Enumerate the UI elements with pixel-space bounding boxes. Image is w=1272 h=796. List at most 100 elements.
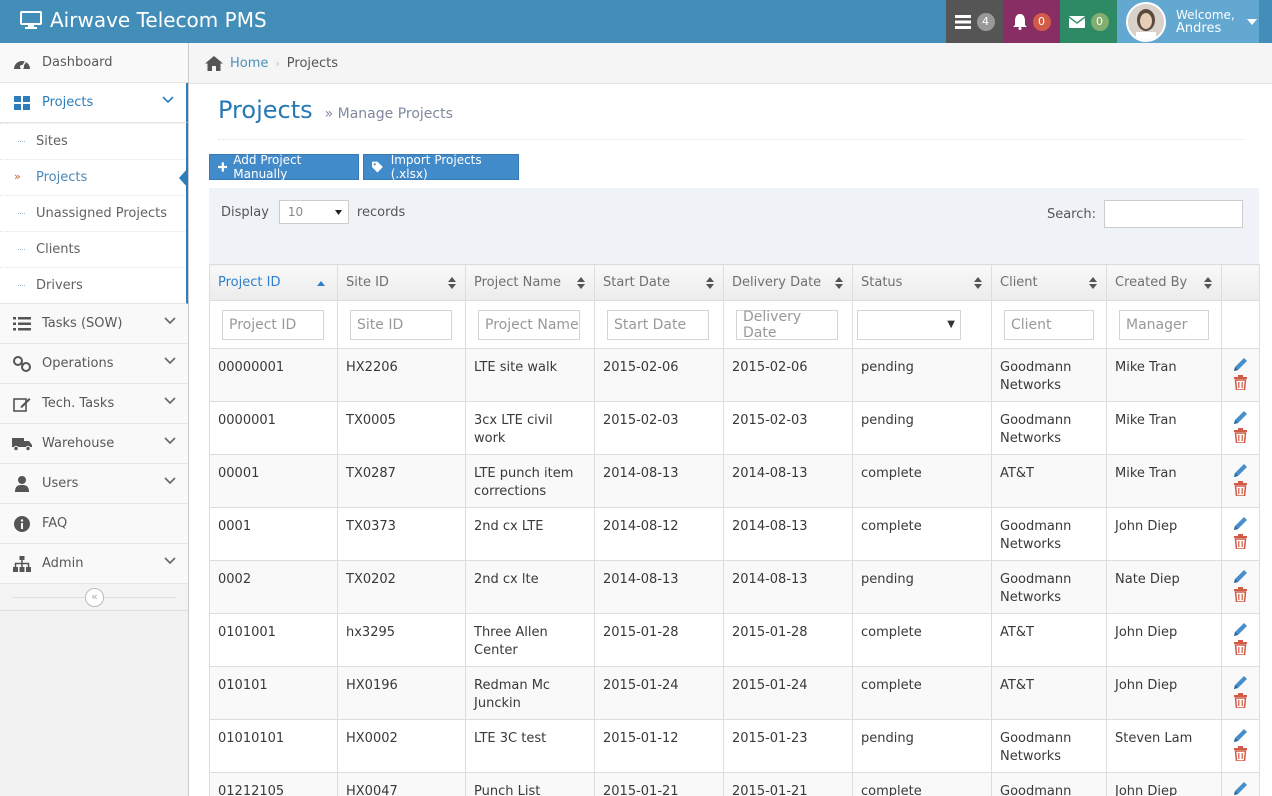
records-per-page-select[interactable]: 10	[278, 200, 349, 224]
site-id-cell: TX0373	[337, 507, 466, 561]
project-id-cell: 01010101	[209, 719, 338, 773]
sidebar-subitem-clients[interactable]: Clients	[0, 231, 186, 267]
client-filter[interactable]: Client	[1004, 309, 1094, 340]
table-row[interactable]: 00000001 HX2206 LTE site walk 2015-02-06 201…	[209, 348, 1260, 402]
start-date-filter[interactable]: Start Date	[607, 309, 709, 340]
table-row[interactable]: 0101001 hx3295 Three Allen Center 2015-01-2…	[209, 613, 1260, 667]
table-row[interactable]: 00001 TX0287 LTE punch item corrections 201…	[209, 454, 1260, 508]
add-project-button[interactable]: Add Project Manually	[209, 153, 359, 181]
site-id-cell: hx3295	[337, 613, 466, 667]
trash-icon[interactable]	[1234, 375, 1247, 390]
status-filter-select[interactable]: ▼	[857, 309, 961, 340]
sidebar-item-projects[interactable]: Projects	[0, 83, 188, 123]
project-name-cell: 2nd cx lte	[465, 560, 595, 614]
sidebar-subitem-label: Sites	[36, 134, 68, 149]
notifications-dropdown[interactable]: 0	[1003, 0, 1060, 43]
client-cell: Goodmann Networks	[991, 560, 1107, 614]
project-name-filter[interactable]: Project Name	[478, 309, 580, 340]
breadcrumb-home-link[interactable]: Home	[230, 56, 268, 71]
pencil-icon[interactable]	[1233, 675, 1248, 690]
table-row[interactable]: 0000001 TX0005 3cx LTE civil work 2015-02-0…	[209, 401, 1260, 455]
site-id-cell: TX0005	[337, 401, 466, 455]
user-menu[interactable]: Welcome, Andres	[1117, 0, 1259, 43]
column-header-site-id[interactable]: Site ID	[337, 264, 466, 301]
column-header-created-by[interactable]: Created By	[1106, 264, 1222, 301]
table-row[interactable]: 0001 TX0373 2nd cx LTE 2014-08-12 2014-08-13…	[209, 507, 1260, 561]
project-id-cell: 0101001	[209, 613, 338, 667]
avatar	[1126, 1, 1166, 42]
site-id-filter[interactable]: Site ID	[350, 309, 452, 340]
sidebar-item-tasks[interactable]: Tasks (SOW)	[0, 304, 188, 344]
sidebar-item-tech-tasks[interactable]: Tech. Tasks	[0, 384, 188, 424]
desktop-icon	[20, 11, 42, 29]
sidebar-item-admin[interactable]: Admin	[0, 544, 188, 584]
double-angle-left-icon[interactable]: «	[85, 588, 104, 607]
sidebar-subitem-unassigned-projects[interactable]: Unassigned Projects	[0, 195, 186, 231]
table-row[interactable]: 0002 TX0202 2nd cx lte 2014-08-13 2014-08-13…	[209, 560, 1260, 614]
user-icon	[12, 475, 32, 493]
trash-icon[interactable]	[1234, 640, 1247, 655]
status-cell: complete	[852, 613, 992, 667]
brand[interactable]: Airwave Telecom PMS	[20, 8, 267, 32]
project-name-cell: Redman Mc Junckin	[465, 666, 595, 720]
sidebar-subitem-projects[interactable]: » Projects	[0, 159, 188, 195]
sidebar-subitem-label: Unassigned Projects	[36, 206, 168, 221]
pencil-icon[interactable]	[1233, 357, 1248, 372]
trash-icon[interactable]	[1234, 746, 1247, 761]
trash-icon[interactable]	[1234, 481, 1247, 496]
sidebar-item-operations[interactable]: Operations	[0, 344, 188, 384]
row-actions	[1221, 666, 1260, 720]
project-id-cell: 0001	[209, 507, 338, 561]
sort-icon	[835, 277, 843, 289]
sidebar-item-dashboard[interactable]: Dashboard	[0, 43, 188, 83]
table-row[interactable]: 01212105 HX0047 Punch List 2015-01-21 2015-0…	[209, 772, 1260, 796]
pencil-icon[interactable]	[1233, 463, 1248, 478]
sidebar-item-faq[interactable]: FAQ	[0, 504, 188, 544]
sidebar-item-label: FAQ	[42, 516, 68, 531]
tasks-dropdown[interactable]: 4	[946, 0, 1003, 43]
status-cell: pending	[852, 348, 992, 402]
delivery-date-filter[interactable]: Delivery Date	[736, 309, 838, 341]
notifications-count-badge: 0	[1032, 12, 1051, 31]
table-row[interactable]: 01010101 HX0002 LTE 3C test 2015-01-12 2015-…	[209, 719, 1260, 773]
project-id-filter[interactable]: Project ID	[222, 309, 324, 340]
search-input[interactable]	[1104, 200, 1243, 228]
column-header-status[interactable]: Status	[852, 264, 992, 301]
sidebar-item-label: Warehouse	[42, 436, 115, 451]
trash-icon[interactable]	[1234, 693, 1247, 708]
column-header-project-id[interactable]: Project ID	[209, 264, 338, 301]
client-cell: Goodmann Networks	[991, 719, 1107, 773]
pencil-icon[interactable]	[1233, 410, 1248, 425]
pencil-icon[interactable]	[1233, 569, 1248, 584]
table-row[interactable]: 010101 HX0196 Redman Mc Junckin 2015-01-24 2…	[209, 666, 1260, 720]
sidebar-subitem-sites[interactable]: Sites	[0, 123, 186, 159]
column-header-project-name[interactable]: Project Name	[465, 264, 595, 301]
manager-filter[interactable]: Manager	[1119, 309, 1209, 340]
import-projects-button[interactable]: Import Projects (.xlsx)	[363, 153, 519, 181]
trash-icon[interactable]	[1234, 587, 1247, 602]
pencil-icon[interactable]	[1233, 781, 1248, 796]
username: Andres	[1176, 20, 1222, 36]
sidebar-item-label: Users	[42, 476, 79, 491]
pencil-icon[interactable]	[1233, 728, 1248, 743]
sidebar-item-users[interactable]: Users	[0, 464, 188, 504]
messages-dropdown[interactable]: 0	[1060, 0, 1117, 43]
sidebar-subitem-drivers[interactable]: Drivers	[0, 267, 186, 303]
trash-icon[interactable]	[1234, 428, 1247, 443]
chevron-down-icon	[164, 437, 176, 445]
site-id-cell: HX0002	[337, 719, 466, 773]
pencil-icon[interactable]	[1233, 516, 1248, 531]
messages-count-badge: 0	[1090, 12, 1109, 31]
trash-icon[interactable]	[1234, 534, 1247, 549]
link-icon	[12, 355, 32, 373]
pencil-icon[interactable]	[1233, 622, 1248, 637]
page-subtitle-text: Manage Projects	[337, 106, 453, 122]
chevron-down-icon	[164, 357, 176, 365]
column-header-start-date[interactable]: Start Date	[594, 264, 724, 301]
sidebar-item-warehouse[interactable]: Warehouse	[0, 424, 188, 464]
edit-icon	[12, 395, 32, 413]
chevron-down-icon	[162, 96, 174, 104]
column-header-delivery-date[interactable]: Delivery Date	[723, 264, 853, 301]
column-header-client[interactable]: Client	[991, 264, 1107, 301]
caret-down-icon	[1246, 18, 1257, 25]
